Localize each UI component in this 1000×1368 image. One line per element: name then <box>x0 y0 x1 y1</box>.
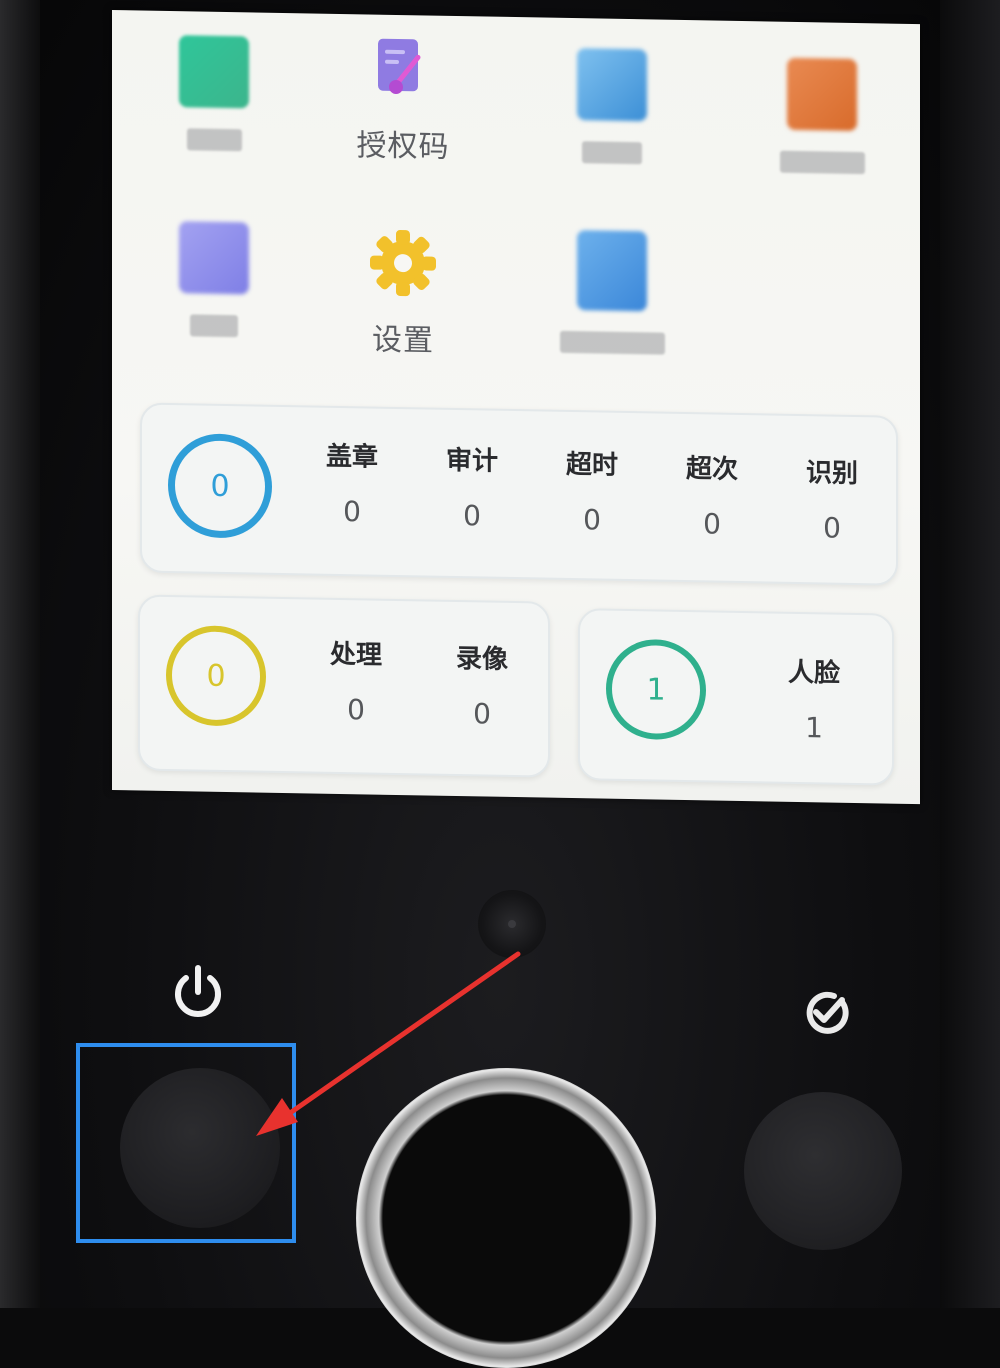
red-arrow-annotation <box>256 951 521 1136</box>
device-body: 授权码 设置 0 盖章 0 审计 0 超时 0 超次 0 识别 0 0 处理 0… <box>0 0 1000 1368</box>
